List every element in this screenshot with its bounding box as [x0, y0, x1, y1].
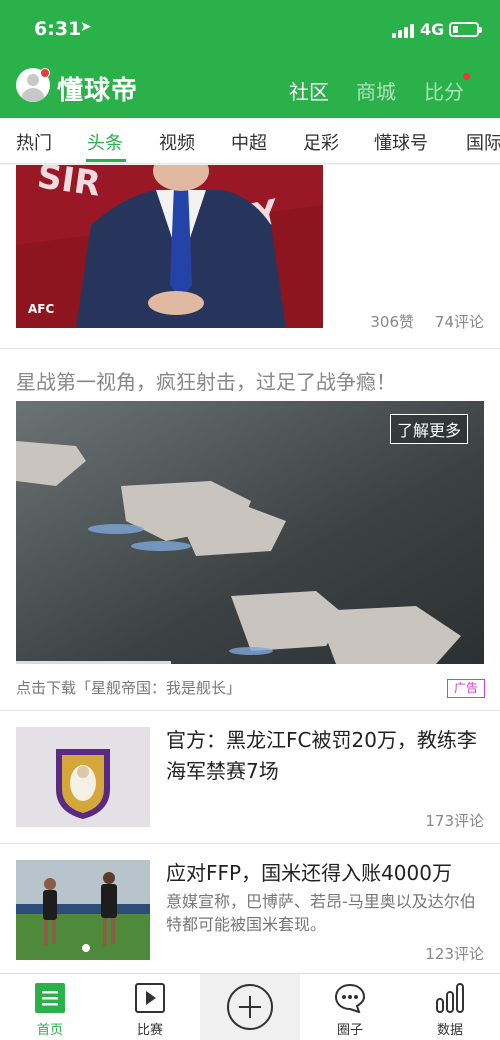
bar-chart-icon [436, 983, 464, 1013]
channel-tab-csl[interactable]: 中超 [231, 129, 267, 155]
status-bar: 6:31 ➤ 4G [0, 0, 500, 60]
channel-tab-headlines[interactable]: 头条 [87, 129, 123, 155]
divider [0, 843, 500, 844]
ad-video[interactable]: 了解更多 [16, 401, 484, 664]
home-list-icon [35, 983, 65, 1013]
tab-home[interactable]: 首页 [0, 974, 100, 1040]
network-type: 4G [420, 20, 445, 39]
divider [0, 710, 500, 711]
tab-label: 比赛 [136, 1023, 163, 1038]
comment-count: 173评论 [425, 812, 484, 830]
video-progress-bar [16, 661, 171, 664]
article-thumbnail[interactable] [16, 727, 150, 827]
top-nav-scores[interactable]: 比分 [424, 76, 464, 105]
ad-download-caption[interactable]: 点击下载「星舰帝国：我是舰长」 [16, 677, 241, 698]
app-brand-title: 懂球帝 [57, 76, 139, 106]
svg-text:AFC: AFC [28, 302, 54, 316]
comment-count: 74评论 [434, 313, 484, 331]
app-header: 懂球帝 社区 商城 比分 [0, 60, 500, 118]
channel-tab-international[interactable]: 国际 [466, 129, 500, 155]
feed-item[interactable]: SIR DY AFC 306赞 74评论 [0, 165, 500, 348]
chat-bubble-icon [335, 983, 365, 1013]
tab-circles[interactable]: 圈子 [300, 974, 400, 1040]
bottom-tab-bar: 首页 比赛 圈子 数据 [0, 973, 500, 1040]
tab-post[interactable] [200, 974, 300, 1040]
comment-count: 123评论 [425, 945, 484, 963]
article-summary[interactable]: 意媒宣称，巴博萨、若昂-马里奥以及达尔伯特都可能被国米套现。 [166, 890, 486, 936]
location-arrow-icon: ➤ [80, 19, 92, 35]
top-nav-mall[interactable]: 商城 [356, 76, 396, 105]
tab-data[interactable]: 数据 [400, 974, 500, 1040]
cellular-signal-icon [392, 22, 416, 38]
battery-icon [449, 22, 482, 37]
play-video-icon [135, 983, 165, 1013]
tab-label: 首页 [36, 1023, 63, 1038]
active-tab-indicator [86, 159, 126, 162]
plus-circle-icon [227, 984, 273, 1030]
learn-more-button[interactable]: 了解更多 [389, 414, 468, 444]
like-count: 306赞 [370, 313, 414, 331]
top-nav-community[interactable]: 社区 [289, 76, 329, 105]
scores-notification-dot [463, 73, 470, 80]
article-image: SIR DY AFC [16, 165, 323, 328]
ad-title[interactable]: 星战第一视角，疯狂射击，过足了战争瘾！ [16, 366, 396, 395]
news-feed[interactable]: SIR DY AFC 306赞 74评论 星战第一视角，疯狂射击，过足了战争瘾！ [0, 165, 500, 973]
tab-label: 圈子 [336, 1023, 363, 1038]
channel-tabs: 热门 头条 视频 中超 足彩 懂球号 国际 [0, 118, 500, 164]
channel-tab-hot[interactable]: 热门 [16, 129, 52, 155]
channel-tab-video[interactable]: 视频 [159, 129, 195, 155]
channel-tab-dongqiuhao[interactable]: 懂球号 [374, 129, 428, 155]
status-time: 6:31 [34, 18, 82, 40]
article-headline[interactable]: 应对FFP，国米还得入账4000万 [166, 858, 486, 889]
tab-matches[interactable]: 比赛 [100, 974, 200, 1040]
article-headline[interactable]: 官方：黑龙江FC被罚20万，教练李海军禁赛7场 [166, 725, 486, 787]
ad-badge: 广告 [447, 679, 485, 698]
divider [0, 348, 500, 349]
article-thumbnail[interactable] [16, 860, 150, 960]
channel-tab-lottery[interactable]: 足彩 [303, 129, 339, 155]
tab-label: 数据 [436, 1023, 463, 1038]
notification-dot [40, 68, 50, 78]
